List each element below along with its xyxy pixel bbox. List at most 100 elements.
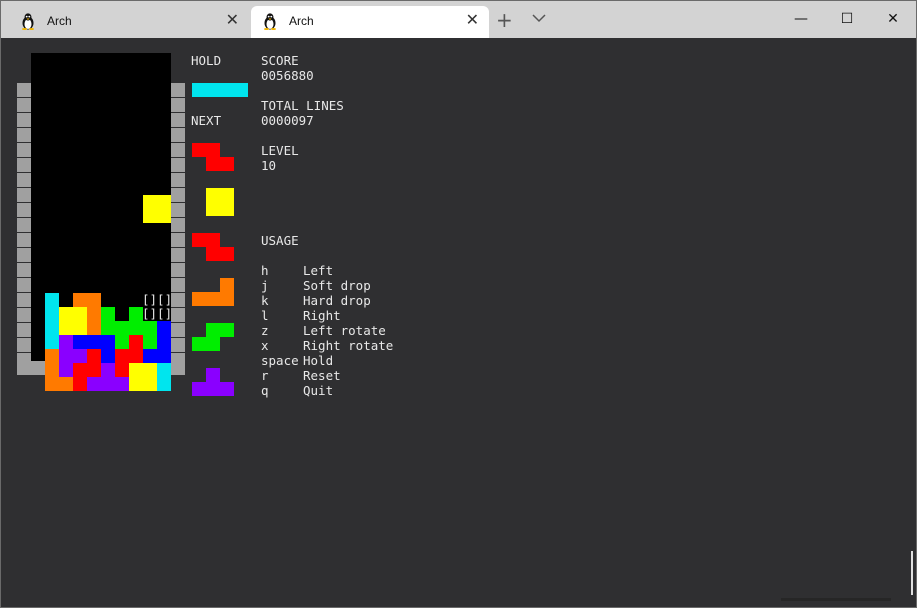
scrollbar[interactable]: [911, 551, 913, 595]
board-cell-Z: [87, 349, 101, 363]
ghost-piece: [][]: [142, 292, 172, 307]
usage-action: Quit: [303, 383, 333, 398]
usage-key: space: [261, 353, 299, 368]
minimize-button[interactable]: —: [778, 1, 824, 38]
board-cell-L: [45, 377, 59, 391]
next-piece-Z: [206, 233, 220, 247]
board-cell-J: [87, 335, 101, 349]
board-cell-Z: [73, 377, 87, 391]
board-cell-T: [87, 377, 101, 391]
new-tab-button[interactable]: +: [496, 10, 513, 30]
next-piece-T: [206, 382, 220, 396]
preview-pieces: [192, 83, 248, 396]
usage-key: k: [261, 293, 269, 308]
title-bar: Arch ✕ Arch ✕ + — ☐ ✕: [1, 1, 916, 38]
close-window-button[interactable]: ✕: [870, 1, 916, 38]
board-cell-I: [157, 377, 171, 391]
wall-left-block: [17, 263, 31, 277]
wall-right-block: [171, 113, 185, 127]
board-cell-Z: [115, 363, 129, 377]
usage-action: Right: [303, 308, 341, 323]
board-cell-L: [87, 307, 101, 321]
wall-left-block: [17, 113, 31, 127]
usage-key: z: [261, 323, 269, 338]
hold-piece: [234, 83, 248, 97]
usage-action: Hard drop: [303, 293, 371, 308]
next-piece-Z: [206, 247, 220, 261]
next-piece-T: [206, 368, 220, 382]
wall-left-block: [17, 203, 31, 217]
board-cell-J: [101, 349, 115, 363]
next-piece-T: [192, 382, 206, 396]
tab-arch-2[interactable]: Arch ✕: [251, 6, 489, 38]
board-cell-S: [101, 321, 115, 335]
usage-key: j: [261, 278, 269, 293]
usage-action: Right rotate: [303, 338, 393, 353]
board-cell-Z: [73, 363, 87, 377]
board-cell-Z: [115, 349, 129, 363]
wall-left-block: [17, 188, 31, 202]
board-cell-T: [101, 377, 115, 391]
terminal-area[interactable]: [][][][] HOLD NEXT SCORE 0056880 TOTAL L…: [1, 38, 916, 607]
usage-key: q: [261, 383, 269, 398]
lines-value: 0000097: [261, 113, 314, 128]
board-cell-T: [115, 377, 129, 391]
chevron-down-icon[interactable]: [532, 13, 546, 23]
score-label: SCORE: [261, 53, 299, 68]
next-piece-S: [206, 323, 220, 337]
next-piece-Z: [220, 247, 234, 261]
wall-right-block: [171, 188, 185, 202]
wall-left-block: [17, 338, 31, 352]
board-cell-T: [73, 349, 87, 363]
board-cell-T: [101, 363, 115, 377]
wall-right-block: [171, 248, 185, 262]
board-cell-S: [115, 321, 129, 335]
board-cell-L: [45, 363, 59, 377]
hold-piece: [192, 83, 206, 97]
board-cell-O: [129, 377, 143, 391]
next-piece-Z: [220, 157, 234, 171]
usage-action: Soft drop: [303, 278, 371, 293]
next-piece-Z: [206, 143, 220, 157]
tab-arch-1[interactable]: Arch ✕: [9, 6, 249, 38]
wall-right-block: [171, 323, 185, 337]
board-cell-S: [115, 335, 129, 349]
next-piece-L: [206, 292, 220, 306]
board-cell-O: [73, 307, 87, 321]
next-piece-O: [206, 202, 220, 216]
wall-right-block: [171, 278, 185, 292]
usage-list: h Left j Soft drop k Hard drop l Right z Left rot…: [261, 263, 393, 398]
board-cell-J: [73, 335, 87, 349]
next-piece-S: [192, 337, 206, 351]
board-cell-S: [143, 321, 157, 335]
board-cell-I: [45, 293, 59, 307]
board-cell-I: [45, 321, 59, 335]
usage-action: Left rotate: [303, 323, 386, 338]
tab-title: Arch: [289, 14, 314, 28]
board-cell-L: [59, 377, 73, 391]
next-piece-O: [206, 188, 220, 202]
maximize-button[interactable]: ☐: [824, 1, 870, 38]
close-tab-icon[interactable]: ✕: [226, 12, 239, 28]
board-cell-J: [157, 335, 171, 349]
board-cell-T: [59, 335, 73, 349]
board-cell-O: [129, 363, 143, 377]
hold-label: HOLD: [191, 53, 221, 68]
board-cell-I: [157, 363, 171, 377]
board-cell-O: [143, 377, 157, 391]
board-cell-T: [59, 363, 73, 377]
wall-right-block: [171, 233, 185, 247]
next-piece-L: [220, 278, 234, 292]
close-tab-icon[interactable]: ✕: [466, 12, 479, 28]
next-piece-T: [220, 382, 234, 396]
board-cell-J: [157, 321, 171, 335]
wall-right-block: [171, 83, 185, 97]
next-piece-Z: [206, 157, 220, 171]
wall-right-block: [171, 308, 185, 322]
tetris-game: [][][][] HOLD NEXT SCORE 0056880 TOTAL L…: [17, 53, 393, 398]
tux-icon: [264, 13, 276, 30]
board-cell-S: [129, 321, 143, 335]
wall-left-block: [17, 278, 31, 292]
next-piece-L: [192, 292, 206, 306]
board-cell-J: [143, 349, 157, 363]
